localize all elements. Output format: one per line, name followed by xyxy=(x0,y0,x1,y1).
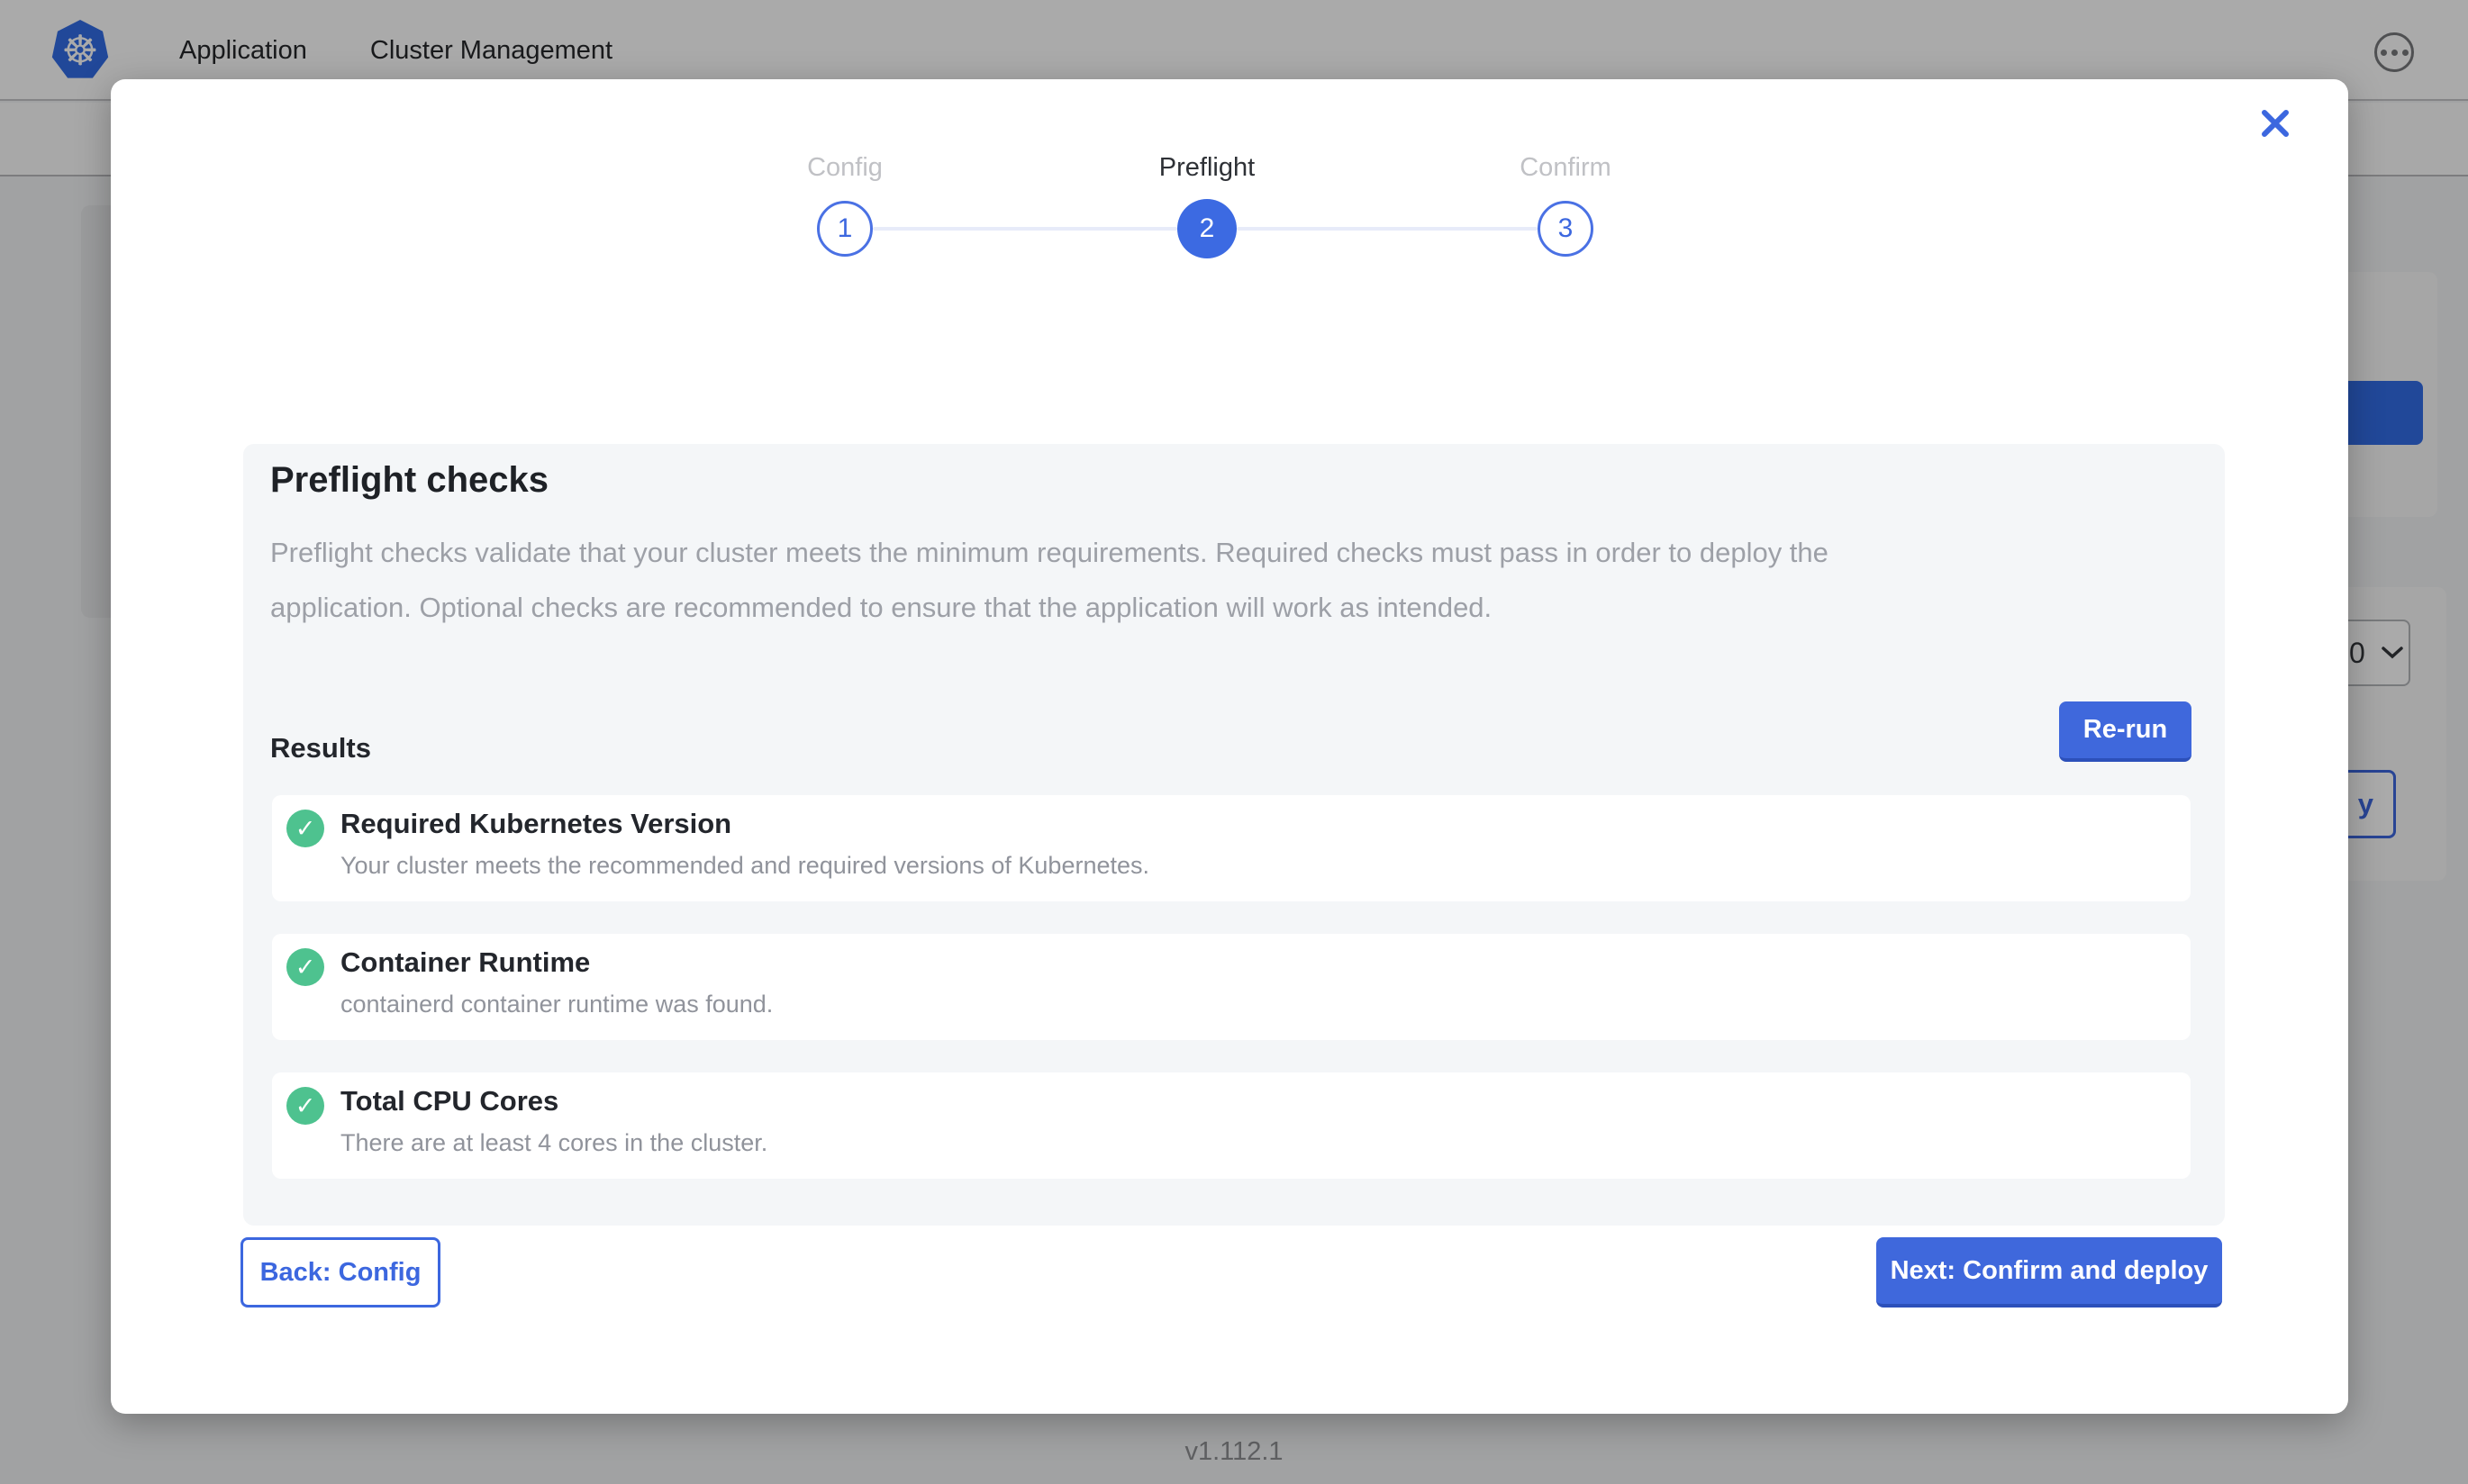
check-circle-icon: ✓ xyxy=(286,810,324,847)
check-description: containerd container runtime was found. xyxy=(340,991,773,1018)
check-title: Total CPU Cores xyxy=(340,1085,558,1118)
step-label-config: Config xyxy=(807,153,883,183)
close-icon[interactable] xyxy=(2255,104,2296,145)
back-config-button[interactable]: Back: Config xyxy=(240,1237,440,1308)
check-circle-icon: ✓ xyxy=(286,1087,324,1125)
step-circle-3[interactable]: 3 xyxy=(1538,201,1593,257)
next-confirm-deploy-button[interactable]: Next: Confirm and deploy xyxy=(1876,1237,2222,1308)
check-row-container-runtime: ✓ Container Runtime containerd container… xyxy=(272,934,2191,1040)
check-circle-icon: ✓ xyxy=(286,948,324,986)
preflight-panel: Preflight checks Preflight checks valida… xyxy=(243,444,2225,1226)
panel-title: Preflight checks xyxy=(270,460,549,501)
step-label-preflight: Preflight xyxy=(1159,153,1255,183)
check-title: Container Runtime xyxy=(340,946,590,979)
step-connector xyxy=(1237,227,1538,231)
check-row-total-cpu-cores: ✓ Total CPU Cores There are at least 4 c… xyxy=(272,1072,2191,1179)
check-description: There are at least 4 cores in the cluste… xyxy=(340,1129,767,1157)
check-title: Required Kubernetes Version xyxy=(340,808,731,840)
check-row-kubernetes-version: ✓ Required Kubernetes Version Your clust… xyxy=(272,795,2191,901)
step-label-confirm: Confirm xyxy=(1520,153,1611,183)
preflight-modal: Config Preflight Confirm 1 2 3 Preflight… xyxy=(111,79,2348,1414)
step-circle-2[interactable]: 2 xyxy=(1177,199,1237,258)
step-circle-1[interactable]: 1 xyxy=(817,201,873,257)
panel-description-line-2: application. Optional checks are recomme… xyxy=(270,580,2202,635)
panel-description-line-1: Preflight checks validate that your clus… xyxy=(270,525,2202,580)
results-heading: Results xyxy=(270,732,371,765)
rerun-button[interactable]: Re-run xyxy=(2059,701,2191,762)
check-description: Your cluster meets the recommended and r… xyxy=(340,852,1149,880)
panel-description: Preflight checks validate that your clus… xyxy=(270,525,2202,635)
step-connector xyxy=(873,227,1177,231)
